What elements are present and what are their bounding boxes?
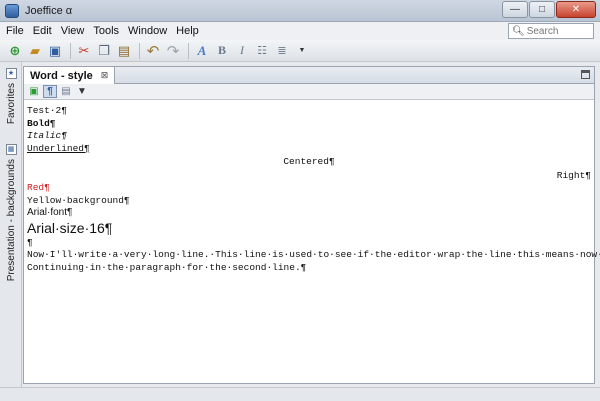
open-folder-icon[interactable]: ▰ bbox=[26, 42, 44, 60]
editor-tab-bar: Word - style ⊠ bbox=[24, 67, 594, 84]
side-tab-label: Favorites bbox=[5, 83, 17, 125]
menu-tools[interactable]: Tools bbox=[93, 25, 119, 37]
bullet-list-icon[interactable]: ☷ bbox=[253, 42, 271, 60]
maximize-panel-icon[interactable] bbox=[581, 70, 590, 79]
refresh-icon[interactable]: ▣ bbox=[27, 85, 41, 98]
menu-edit[interactable]: Edit bbox=[33, 25, 52, 37]
backgrounds-icon: ▦ bbox=[5, 144, 17, 155]
window-controls: — □ ✕ bbox=[502, 1, 596, 18]
side-strip: ★ Favorites ▦ Presentation - backgrounds bbox=[0, 62, 22, 387]
doc-line-arial-size-16: Arial·size·16¶ bbox=[27, 219, 113, 236]
side-tab-favorites[interactable]: ★ Favorites bbox=[3, 68, 19, 124]
search-icon: 🔍︎ bbox=[512, 25, 525, 37]
doc-line-bold: Bold¶ bbox=[27, 117, 56, 129]
search-box[interactable]: 🔍︎ bbox=[508, 23, 594, 39]
title-bar: Joeffice α — □ ✕ bbox=[0, 0, 600, 22]
italic-icon[interactable]: I bbox=[233, 42, 251, 60]
menu-view[interactable]: View bbox=[61, 25, 85, 37]
maximize-button[interactable]: □ bbox=[529, 1, 555, 18]
chevron-down-icon[interactable]: ▼ bbox=[75, 85, 89, 98]
toolbar-separator bbox=[139, 42, 140, 59]
status-bar bbox=[0, 387, 600, 401]
doc-line-yellow-background: Yellow·background¶ bbox=[27, 194, 130, 206]
view-options-icon[interactable]: ▤ bbox=[59, 85, 73, 98]
save-all-icon[interactable]: ▣ bbox=[46, 42, 64, 60]
redo-icon[interactable]: ↷ bbox=[164, 42, 182, 60]
doc-line-continuation: Continuing·in·the·paragraph·for·the·seco… bbox=[27, 261, 307, 273]
doc-line-centered: Centered¶ bbox=[283, 156, 335, 167]
toolbar-separator bbox=[188, 42, 189, 59]
doc-line-italic: Italic¶ bbox=[27, 130, 67, 141]
document-editor[interactable]: Test·2¶ Bold¶ Italic¶ Underlined¶ Center… bbox=[24, 100, 600, 274]
tab-word-style[interactable]: Word - style ⊠ bbox=[24, 67, 116, 84]
tab-label: Word - style bbox=[30, 69, 93, 82]
search-input[interactable] bbox=[526, 25, 587, 37]
chevron-down-icon[interactable]: ▼ bbox=[293, 42, 311, 60]
undo-icon[interactable]: ↶ bbox=[144, 42, 162, 60]
close-tab-icon[interactable]: ⊠ bbox=[101, 70, 109, 81]
cut-icon[interactable]: ✂ bbox=[75, 42, 93, 60]
toolbar-separator bbox=[70, 42, 71, 59]
side-tab-label: Presentation - backgrounds bbox=[5, 159, 17, 282]
menu-bar: File Edit View Tools Window Help 🔍︎ bbox=[0, 22, 600, 40]
favorites-icon: ★ bbox=[5, 68, 17, 79]
new-document-icon[interactable]: ⊕ bbox=[6, 42, 24, 60]
doc-line-red: Red¶ bbox=[27, 182, 50, 193]
bold-icon[interactable]: B bbox=[213, 42, 231, 60]
align-list-icon[interactable]: ≣ bbox=[273, 42, 291, 60]
menu-window[interactable]: Window bbox=[128, 25, 167, 37]
menu-help[interactable]: Help bbox=[176, 25, 199, 37]
copy-icon[interactable]: ❐ bbox=[95, 42, 113, 60]
doc-line-empty: ¶ bbox=[27, 236, 33, 248]
doc-line-underlined: Underlined¶ bbox=[27, 142, 90, 154]
doc-line: Test·2¶ bbox=[27, 105, 67, 116]
app-icon bbox=[5, 3, 19, 18]
editor-panel: Word - style ⊠ ▣ ¶ ▤ ▼ Test·2¶ Bold¶ Ita… bbox=[23, 66, 600, 384]
menu-file[interactable]: File bbox=[6, 25, 24, 37]
minimize-button[interactable]: — bbox=[502, 1, 528, 18]
paste-icon[interactable]: ▤ bbox=[115, 42, 133, 60]
show-formatting-icon[interactable]: ¶ bbox=[43, 85, 57, 98]
editor-toolbar: ▣ ¶ ▤ ▼ bbox=[24, 84, 594, 100]
main-toolbar: ⊕ ▰ ▣ ✂ ❐ ▤ ↶ ↷ A B I ☷ ≣ ▼ bbox=[0, 40, 600, 62]
window-title: Joeffice α bbox=[25, 4, 73, 17]
side-tab-presentation-backgrounds[interactable]: ▦ Presentation - backgrounds bbox=[3, 144, 19, 281]
doc-line-long: Now·I'll·write·a·very·long·line.·This·li… bbox=[27, 249, 600, 260]
doc-line-arial-font: Arial·font¶ bbox=[27, 207, 73, 218]
doc-line-right: Right¶ bbox=[556, 169, 591, 181]
font-style-icon[interactable]: A bbox=[193, 42, 211, 60]
close-button[interactable]: ✕ bbox=[556, 1, 596, 18]
